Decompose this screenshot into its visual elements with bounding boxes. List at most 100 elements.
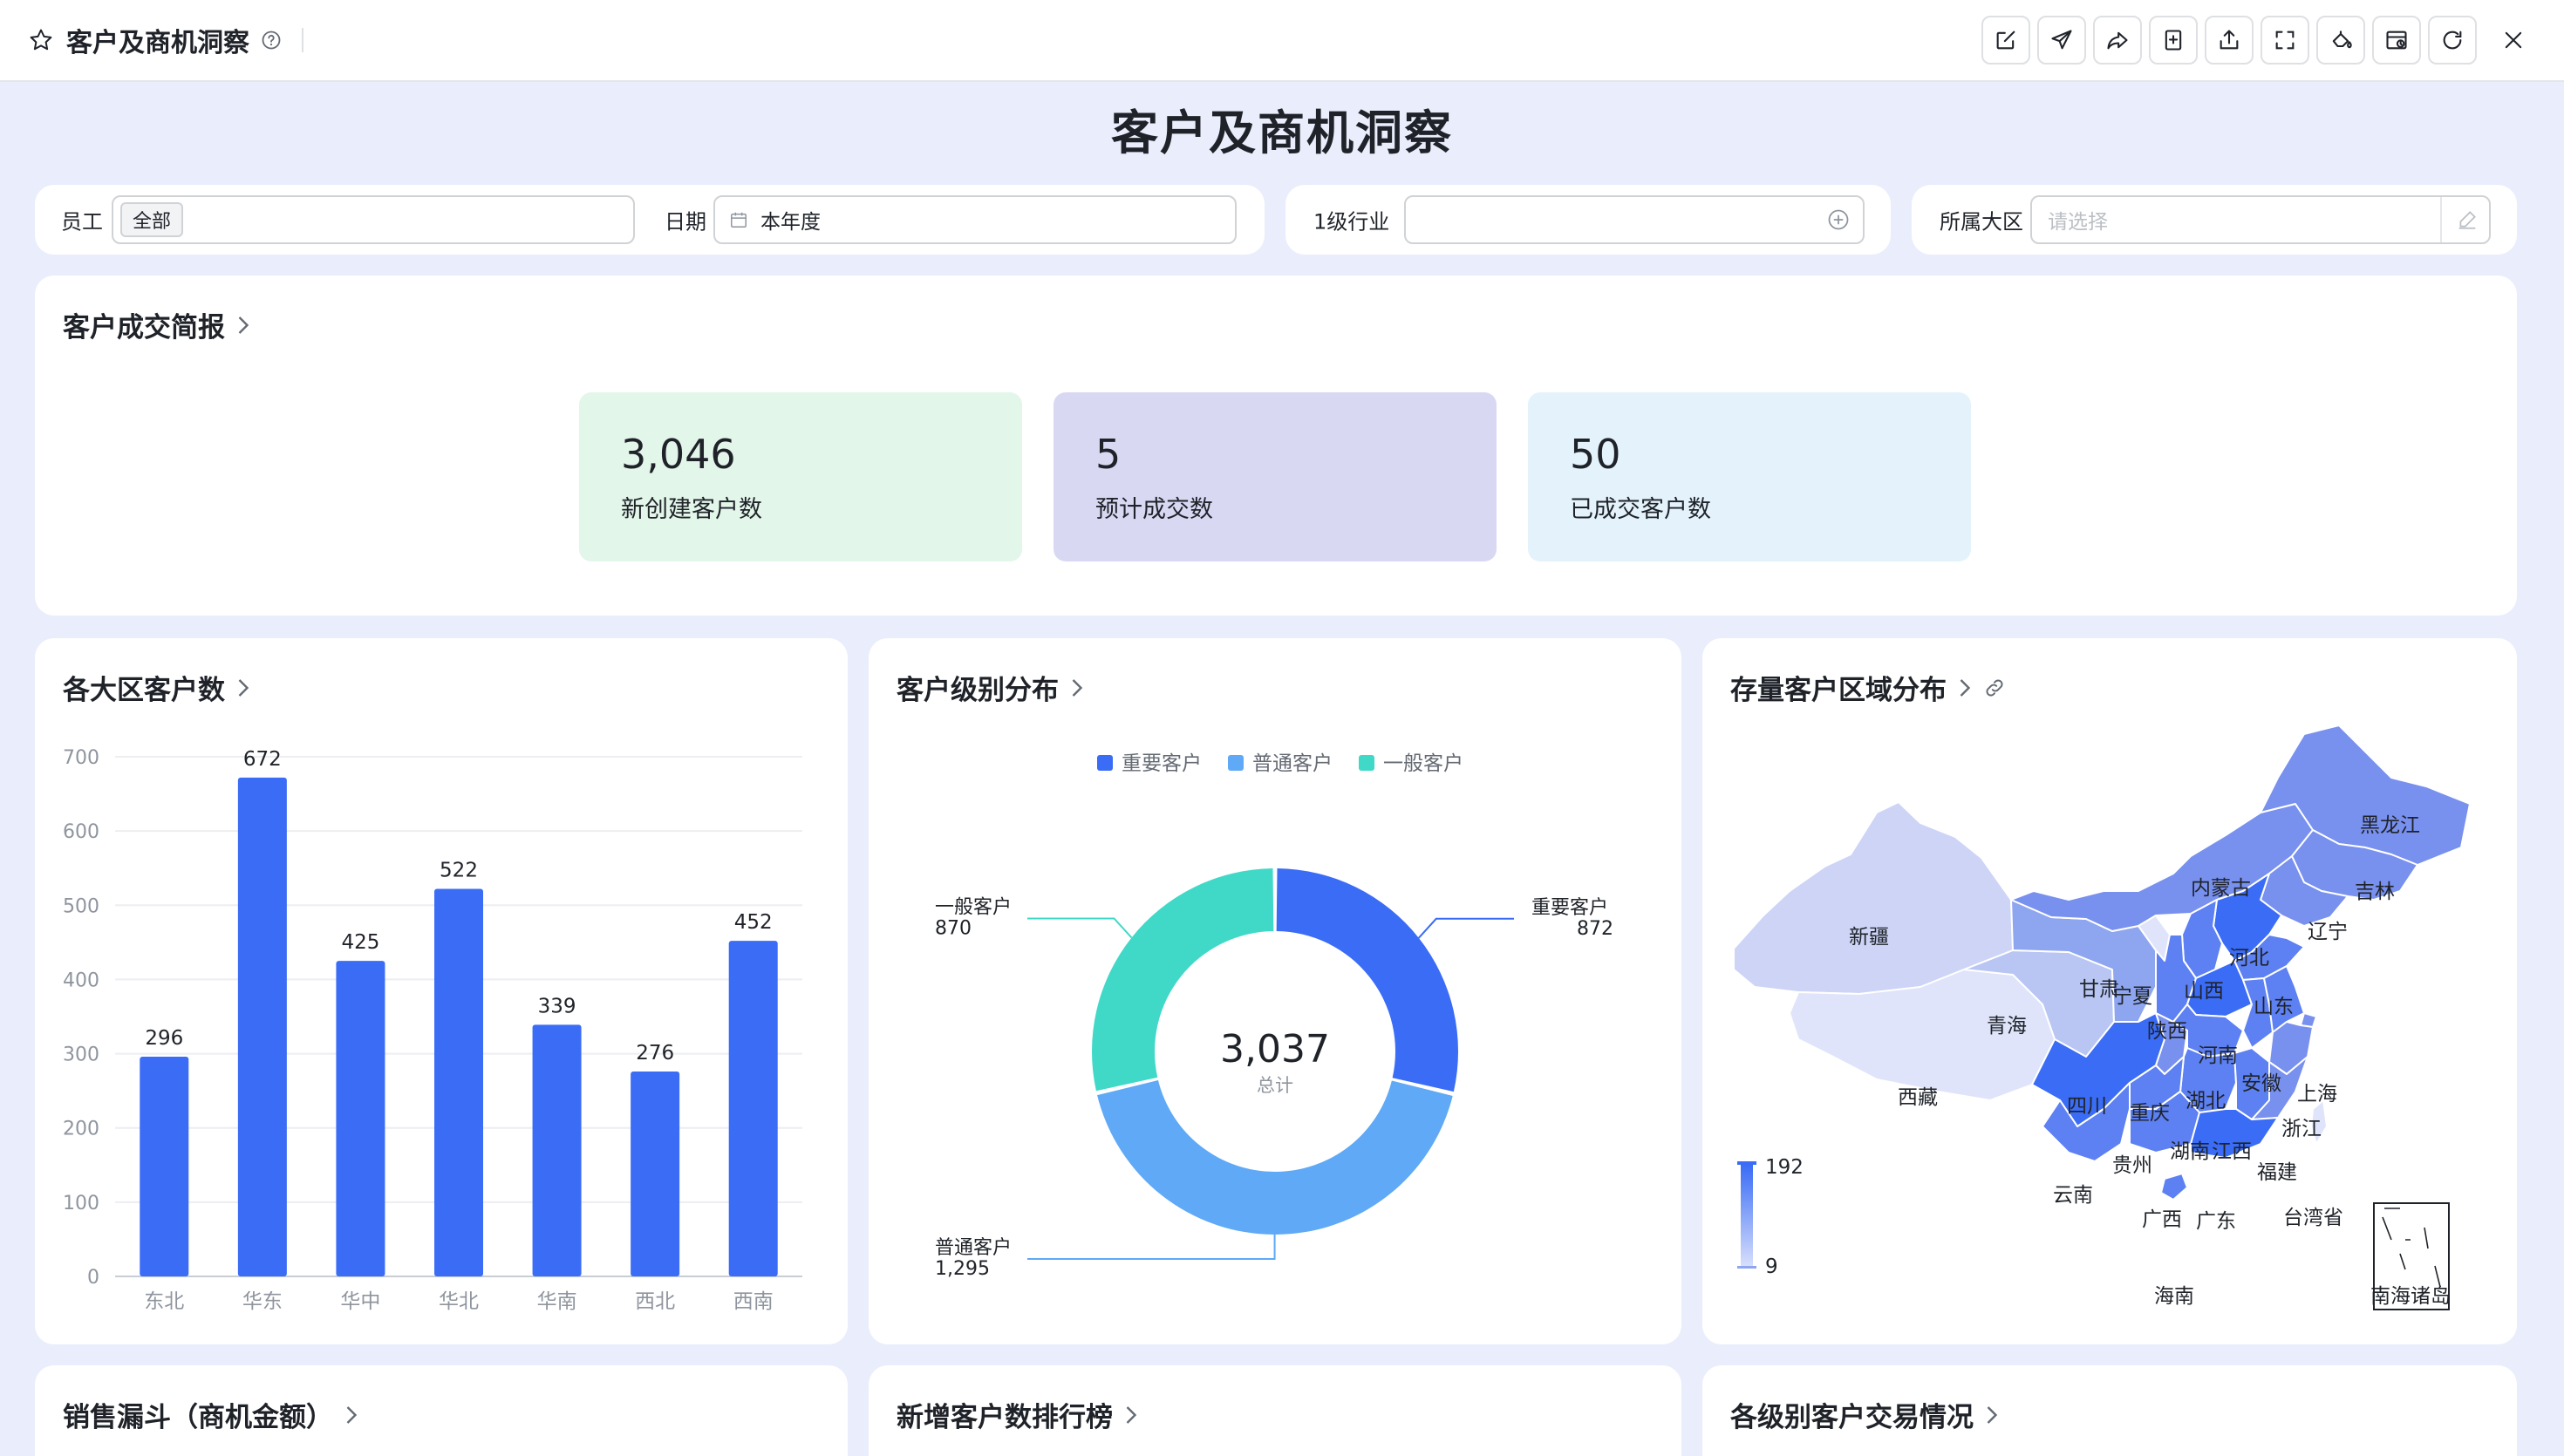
province-label: 青海 bbox=[1987, 1015, 2027, 1038]
y-tick-label: 300 bbox=[63, 1044, 99, 1066]
bar bbox=[237, 777, 287, 1276]
leader-line bbox=[1418, 917, 1514, 939]
chevron-right-icon[interactable] bbox=[1123, 1405, 1139, 1425]
funnel-card-title[interactable]: 销售漏斗（商机金额） bbox=[63, 1395, 359, 1434]
add-circle-icon[interactable] bbox=[1826, 208, 1851, 232]
donut-slice bbox=[1097, 1079, 1453, 1235]
bar bbox=[728, 941, 778, 1276]
province-label: 黑龙江 bbox=[2360, 814, 2420, 837]
x-tick-label: 华北 bbox=[439, 1290, 479, 1313]
province-label: 安徽 bbox=[2241, 1072, 2281, 1095]
province-label: 上海 bbox=[2297, 1083, 2337, 1106]
bar-value-label: 452 bbox=[734, 911, 773, 934]
y-tick-label: 0 bbox=[87, 1267, 99, 1289]
refresh-icon[interactable] bbox=[2428, 16, 2477, 65]
calendar-icon bbox=[729, 210, 748, 229]
filter-card-employee-date: 员工 全部 日期 本年度 bbox=[35, 185, 1265, 255]
region-filter-label: 所属大区 bbox=[1940, 209, 2023, 235]
employee-filter-label: 员工 bbox=[61, 209, 103, 235]
donut-total-value: 3,037 bbox=[1220, 1027, 1330, 1072]
edit-icon[interactable] bbox=[1981, 16, 2030, 65]
pen-icon[interactable] bbox=[2456, 208, 2479, 231]
y-tick-label: 100 bbox=[63, 1193, 99, 1214]
province-label: 湖北 bbox=[2186, 1090, 2226, 1112]
paint-icon[interactable] bbox=[2316, 16, 2365, 65]
transaction-card-title[interactable]: 各级别客户交易情况 bbox=[1730, 1395, 2000, 1434]
summary-title-text: 客户成交简报 bbox=[63, 312, 225, 344]
province-label: 河南 bbox=[2198, 1044, 2238, 1067]
send-icon[interactable] bbox=[2037, 16, 2086, 65]
slice-category-label: 重要客户 bbox=[1531, 897, 1608, 919]
kpi-value: 5 bbox=[1095, 431, 1122, 478]
slice-value-label: 870 bbox=[935, 917, 972, 939]
province-label: 内蒙古 bbox=[2191, 877, 2251, 900]
close-icon[interactable] bbox=[2489, 16, 2538, 65]
region-filter-divider bbox=[2440, 197, 2442, 242]
province-label: 浙江 bbox=[2281, 1118, 2322, 1140]
province-label: 云南 bbox=[2053, 1184, 2093, 1207]
fullscreen-icon[interactable] bbox=[2261, 16, 2309, 65]
province-xinjiang[interactable] bbox=[1733, 801, 2014, 995]
bar-value-label: 276 bbox=[636, 1042, 674, 1065]
bar-value-label: 672 bbox=[243, 748, 282, 771]
bar-value-label: 522 bbox=[440, 860, 478, 882]
star-icon[interactable] bbox=[26, 25, 56, 55]
legend-swatch bbox=[1228, 755, 1244, 771]
employee-filter[interactable]: 全部 bbox=[112, 195, 635, 244]
employee-selected-tag[interactable]: 全部 bbox=[120, 202, 184, 237]
share-icon[interactable] bbox=[2093, 16, 2142, 65]
province-label: 宁夏 bbox=[2112, 985, 2152, 1008]
summary-card-title[interactable]: 客户成交简报 bbox=[63, 305, 251, 344]
chevron-right-icon[interactable] bbox=[1984, 1405, 2000, 1425]
legend-label: 重要客户 bbox=[1122, 752, 1202, 775]
province-label: 贵州 bbox=[2112, 1154, 2152, 1177]
transaction-title-text: 各级别客户交易情况 bbox=[1730, 1402, 1974, 1433]
province-hainan[interactable] bbox=[2160, 1173, 2188, 1201]
china-map: 黑龙江吉林辽宁内蒙古新疆河北山西山东甘肃宁夏陕西青海河南西藏 四川 湖北安徽 上海重庆… bbox=[1733, 725, 2471, 1310]
province-label: 重庆 bbox=[2130, 1102, 2170, 1125]
schedule-icon[interactable] bbox=[2372, 16, 2421, 65]
level-donut-card: 客户级别分布 重要客户 普通客户 一般客户 重要客户 872 普通客户 1,295 一般客户 8… bbox=[869, 638, 1681, 1344]
x-tick-label: 华南 bbox=[537, 1290, 577, 1313]
chevron-right-icon[interactable] bbox=[344, 1405, 359, 1425]
title-separator bbox=[302, 28, 303, 52]
province-label: 江西 bbox=[2212, 1140, 2252, 1163]
kpi-label: 预计成交数 bbox=[1095, 496, 1213, 523]
province-label: 福建 bbox=[2257, 1161, 2297, 1184]
title-area: 客户及商机洞察 bbox=[0, 21, 303, 59]
help-icon[interactable] bbox=[260, 29, 283, 51]
date-filter[interactable]: 本年度 bbox=[713, 195, 1237, 244]
window-title: 客户及商机洞察 bbox=[66, 28, 249, 58]
bar bbox=[336, 961, 385, 1276]
province-label: 陕西 bbox=[2147, 1020, 2187, 1043]
x-tick-label: 华中 bbox=[340, 1290, 380, 1313]
bar bbox=[434, 888, 483, 1276]
region-filter[interactable]: 请选择 bbox=[2030, 195, 2491, 244]
ranking-card: 新增客户数排行榜 bbox=[869, 1365, 1681, 1456]
bookmark-add-icon[interactable] bbox=[2149, 16, 2198, 65]
x-tick-label: 东北 bbox=[144, 1290, 184, 1313]
bar bbox=[532, 1024, 582, 1276]
toolbar bbox=[1981, 16, 2538, 65]
x-tick-label: 西南 bbox=[733, 1290, 774, 1313]
ranking-card-title[interactable]: 新增客户数排行榜 bbox=[897, 1395, 1139, 1434]
date-filter-label: 日期 bbox=[665, 209, 706, 235]
bar-value-label: 339 bbox=[538, 995, 576, 1017]
x-tick-label: 西北 bbox=[635, 1290, 675, 1313]
province-label: 山东 bbox=[2254, 996, 2294, 1018]
legend-max-label: 192 bbox=[1765, 1156, 1804, 1179]
level-donut-chart: 重要客户 普通客户 一般客户重要客户872普通客户1,295一般客户8703,037… bbox=[935, 752, 1613, 1280]
y-tick-label: 200 bbox=[63, 1119, 99, 1140]
leader-line bbox=[1027, 917, 1133, 939]
export-icon[interactable] bbox=[2205, 16, 2254, 65]
y-tick-label: 400 bbox=[63, 970, 99, 991]
top-bar: 客户及商机洞察 bbox=[0, 0, 2564, 82]
legend-swatch bbox=[1097, 755, 1113, 771]
transaction-card: 各级别客户交易情况 bbox=[1702, 1365, 2517, 1456]
chevron-right-icon[interactable] bbox=[235, 315, 251, 336]
map-regions bbox=[1733, 725, 2471, 1201]
funnel-title-text: 销售漏斗（商机金额） bbox=[63, 1402, 333, 1433]
industry-filter[interactable] bbox=[1404, 195, 1865, 244]
province-label: 新疆 bbox=[1849, 926, 1889, 949]
province-label: 西藏 bbox=[1898, 1086, 1938, 1109]
